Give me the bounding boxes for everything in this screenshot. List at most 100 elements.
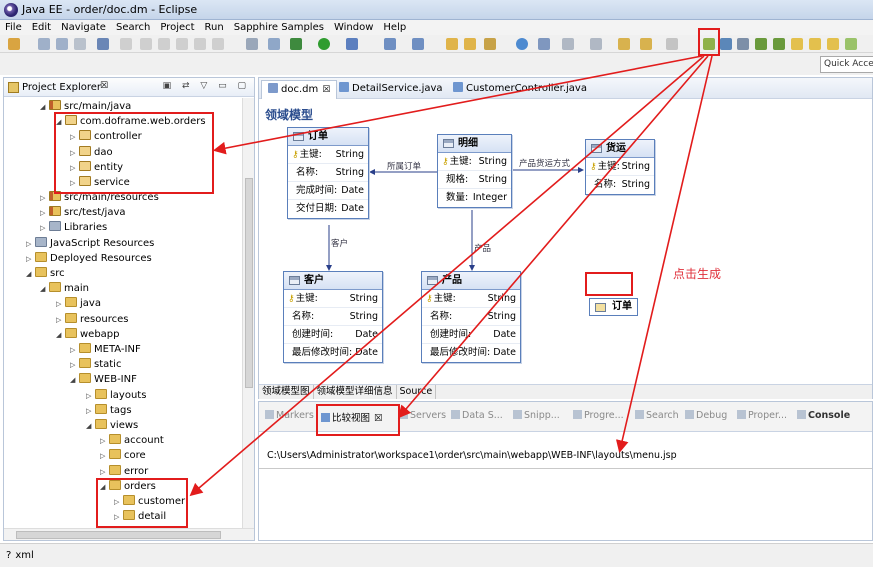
save-icon[interactable] [38,38,50,50]
entity-field[interactable]: 名称: String [586,176,654,194]
tree-item[interactable]: ▷ error [100,465,148,479]
new-icon[interactable] [8,38,20,50]
step-into-icon[interactable] [176,38,188,50]
terminate-icon[interactable] [158,38,170,50]
quick-access-input[interactable]: Quick Access [820,56,873,73]
close-icon[interactable]: ☒ [322,85,330,95]
tab-source[interactable]: Source [397,385,437,399]
entity-field[interactable]: ⚷主键: String [288,146,368,164]
scroll-thumb[interactable] [16,531,221,539]
new-java-icon[interactable] [412,38,424,50]
annotation-icon[interactable] [538,38,550,50]
globe-icon[interactable] [516,38,528,50]
tree-item[interactable]: ◢ views [86,419,138,433]
tree-item[interactable]: ▷ static [70,358,121,372]
project-explorer-title[interactable]: Project Explorer [22,82,101,93]
tab-data-source[interactable]: Data S... [451,410,503,421]
entity-field[interactable]: 创建时间: Date [284,326,382,344]
import-icon[interactable] [809,38,821,50]
save-all-icon[interactable] [56,38,68,50]
scroll-thumb[interactable] [245,178,253,388]
entity-field[interactable]: 数量: Integer [438,189,511,207]
open-task-icon[interactable] [464,38,476,50]
tree-item[interactable]: ▷ layouts [86,389,146,403]
tree-item[interactable]: ▷ java [56,297,101,311]
menu-search[interactable]: Search [111,20,155,34]
view-toolbar[interactable]: ▣ ⇄ ▽ ▭ ▢ [163,81,250,91]
tree-item[interactable]: ▷ tags [86,404,132,418]
menu-file[interactable]: File [0,20,27,34]
pencil-icon[interactable] [484,38,496,50]
entity-customer[interactable]: 客户 ⚷主键: String 名称: String 创建时间: Date 最后修改时间… [283,271,383,363]
tab-domain-model-diagram[interactable]: 领域模型图 [259,385,314,399]
tree-item[interactable]: ▷ Deployed Resources [26,252,152,266]
close-icon[interactable]: ☒ [100,81,108,91]
tab-servers[interactable]: Servers [399,410,446,421]
entity-field[interactable]: 名称: String [288,164,368,182]
grid-icon[interactable] [845,38,857,50]
tab-properties[interactable]: Proper... [737,410,787,421]
layout-icon[interactable] [246,38,258,50]
tree-item[interactable]: ▷ src/test/java [40,206,126,220]
open-type-icon[interactable] [446,38,458,50]
print-icon[interactable] [74,38,86,50]
entity-field[interactable]: ⚷主键: String [586,158,654,176]
database-icon[interactable] [737,38,749,50]
external-tools-icon[interactable] [346,38,358,50]
tab-console[interactable]: Console [797,410,850,421]
tree-item[interactable]: ◢ webapp [56,328,120,342]
tab-domain-model-details[interactable]: 领域模型详细信息 [314,385,397,399]
table-icon[interactable] [720,38,732,50]
tab-detail-service[interactable]: DetailService.java [333,80,449,99]
tab-doc-dm[interactable]: doc.dm ☒ [261,80,338,99]
tree-item[interactable]: ▷ META-INF [70,343,141,357]
tree-item[interactable]: ▷ JavaScript Resources [26,237,154,251]
entity-field[interactable]: 完成时间: Date [288,182,368,200]
tree-item[interactable]: ◢ main [40,282,89,296]
new-server-icon[interactable] [384,38,396,50]
export-icon[interactable] [791,38,803,50]
menu-project[interactable]: Project [155,20,199,34]
menu-window[interactable]: Window [329,20,378,34]
forward-icon[interactable] [666,38,678,50]
truck-icon[interactable] [755,38,767,50]
debug-icon[interactable] [290,38,302,50]
order-shape[interactable]: 订单 [589,298,638,316]
tab-customer-controller[interactable]: CustomerController.java [447,80,593,99]
back-icon[interactable] [618,38,630,50]
tree-item[interactable]: ▷ core [100,449,146,463]
entity-field[interactable]: 规格: String [438,171,511,189]
menu-navigate[interactable]: Navigate [56,20,111,34]
menu-run[interactable]: Run [200,20,229,34]
tree-horizontal-scrollbar[interactable] [4,528,254,540]
entity-field[interactable]: 最后修改时间: Date [422,344,520,362]
entity-order[interactable]: 订单 ⚷主键: String 名称: String 完成时间: Date 交付日期: D… [287,127,369,219]
step-return-icon[interactable] [212,38,224,50]
prev-annotation-icon[interactable] [590,38,602,50]
tree-item[interactable]: ◢ WEB-INF [70,373,137,387]
entity-field[interactable]: 交付日期: Date [288,200,368,218]
next-annotation-icon[interactable] [562,38,574,50]
back-arrow-icon[interactable] [640,38,652,50]
entity-field[interactable]: ⚷主键: String [422,290,520,308]
entity-field[interactable]: 最后修改时间: Date [284,344,382,362]
entity-field[interactable]: ⚷主键: String [284,290,382,308]
tab-search[interactable]: Search [635,410,679,421]
list-icon[interactable] [268,38,280,50]
tab-markers[interactable]: Markers [265,410,314,421]
tab-debug[interactable]: Debug [685,410,727,421]
tab-progress[interactable]: Progre... [573,410,624,421]
tree-item[interactable]: ▷ Libraries [40,221,107,235]
tree-item[interactable]: ◢ src [26,267,65,281]
entity-shipping[interactable]: 货运 ⚷主键: String 名称: String [585,139,655,195]
tree-item[interactable]: ▷ resources [56,313,128,327]
diagram-canvas[interactable]: 领域模型 所属订单 产品货运方式 客户 产品 订单 ⚷主键: String 名称:… [259,100,872,384]
entity-field[interactable]: ⚷主键: String [438,153,511,171]
menu-sapphire-samples[interactable]: Sapphire Samples [229,20,329,34]
entity-product[interactable]: 产品 ⚷主键: String 名称: String 创建时间: Date 最后修改时间… [421,271,521,363]
deploy-icon[interactable] [773,38,785,50]
menu-help[interactable]: Help [378,20,411,34]
entity-field[interactable]: 创建时间: Date [422,326,520,344]
tree-vertical-scrollbar[interactable] [242,98,254,530]
tree-item[interactable]: ▷ account [100,434,164,448]
